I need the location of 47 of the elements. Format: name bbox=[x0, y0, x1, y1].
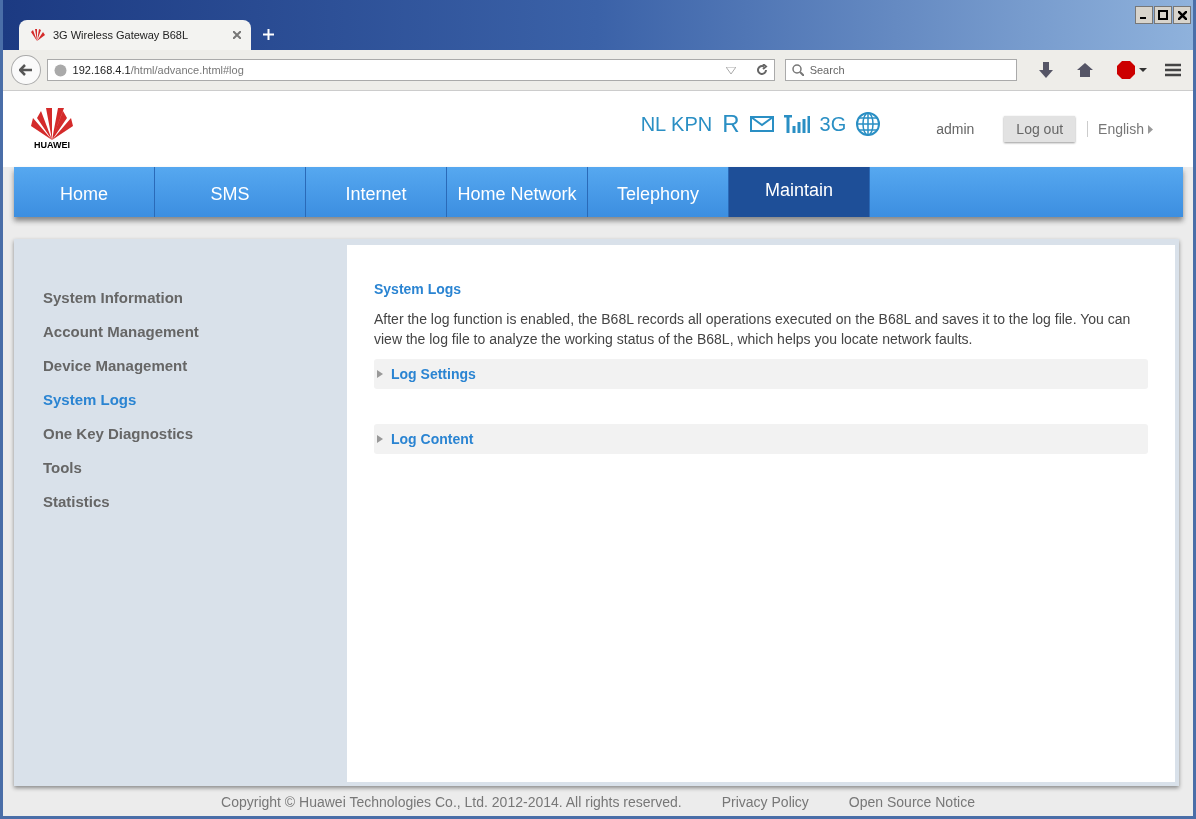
caret-icon bbox=[377, 370, 383, 378]
reload-icon[interactable] bbox=[755, 64, 768, 76]
menu-icon[interactable] bbox=[1165, 63, 1181, 77]
footer-link[interactable]: Privacy Policy bbox=[721, 794, 809, 816]
search-icon bbox=[791, 64, 804, 76]
sidebar-item[interactable]: Statistics bbox=[43, 493, 347, 510]
nav-tab[interactable]: SMS bbox=[155, 167, 306, 217]
new-tab-icon[interactable] bbox=[263, 29, 274, 40]
signal-icon bbox=[783, 115, 810, 133]
network-type: 3G bbox=[819, 112, 847, 136]
sidebar-item[interactable]: System Logs bbox=[43, 391, 347, 408]
huawei-logo-icon bbox=[29, 29, 45, 41]
operator-name: NL KPN bbox=[640, 112, 713, 136]
maximize-icon[interactable] bbox=[1154, 6, 1172, 24]
username: admin bbox=[936, 121, 975, 137]
caret-icon bbox=[1148, 124, 1153, 134]
caret-icon bbox=[377, 435, 383, 443]
tab-title: 3G Wireless Gateway B68L bbox=[53, 29, 190, 41]
roaming-indicator: R bbox=[722, 110, 740, 138]
search-field[interactable]: Search bbox=[784, 59, 1017, 81]
download-icon[interactable] bbox=[1039, 62, 1053, 78]
browser-tab[interactable]: 3G Wireless Gateway B68L bbox=[19, 20, 251, 50]
section-description: After the log function is enabled, the B68L records all operations executed on the B68L and saves it to the log file. You can view the log file to analyze the working status of the B68L, which helps you locate network faults. bbox=[374, 310, 1132, 349]
close-icon[interactable] bbox=[1173, 6, 1191, 24]
back-button[interactable] bbox=[11, 55, 41, 85]
sidebar-item[interactable]: Device Management bbox=[43, 357, 347, 374]
logout-button[interactable]: Log out bbox=[1004, 116, 1076, 142]
nav-tab[interactable]: Internet bbox=[306, 167, 447, 217]
envelope-icon[interactable] bbox=[749, 116, 774, 132]
sidebar-item[interactable]: System Information bbox=[43, 289, 347, 306]
nav-tab[interactable]: Home bbox=[14, 167, 155, 217]
nav-tab[interactable]: Home Network bbox=[447, 167, 588, 217]
back-arrow-icon bbox=[18, 64, 33, 76]
sidebar-item[interactable]: One Key Diagnostics bbox=[43, 425, 347, 442]
address-bar[interactable]: 192.168.4.1/html/advance.html#log bbox=[46, 59, 775, 81]
footer-link[interactable]: Open Source Notice bbox=[848, 794, 975, 816]
language-selector[interactable]: English bbox=[1087, 121, 1153, 137]
collapsible-header[interactable]: Log Content bbox=[374, 424, 1148, 454]
section-title: System Logs bbox=[374, 281, 463, 297]
copyright-text: Copyright © Huawei Technologies Co., Ltd. 2012-2014. All rights reserved. bbox=[221, 794, 682, 812]
minimize-icon[interactable] bbox=[1135, 6, 1153, 24]
sidebar-item[interactable]: Tools bbox=[43, 459, 347, 476]
sidebar-item[interactable]: Account Management bbox=[43, 323, 347, 340]
home-icon[interactable] bbox=[1077, 63, 1093, 77]
collapsible-header[interactable]: Log Settings bbox=[374, 359, 1148, 389]
huawei-logo: HUAWEI bbox=[29, 108, 75, 150]
nav-tab[interactable]: Maintain bbox=[729, 167, 870, 217]
